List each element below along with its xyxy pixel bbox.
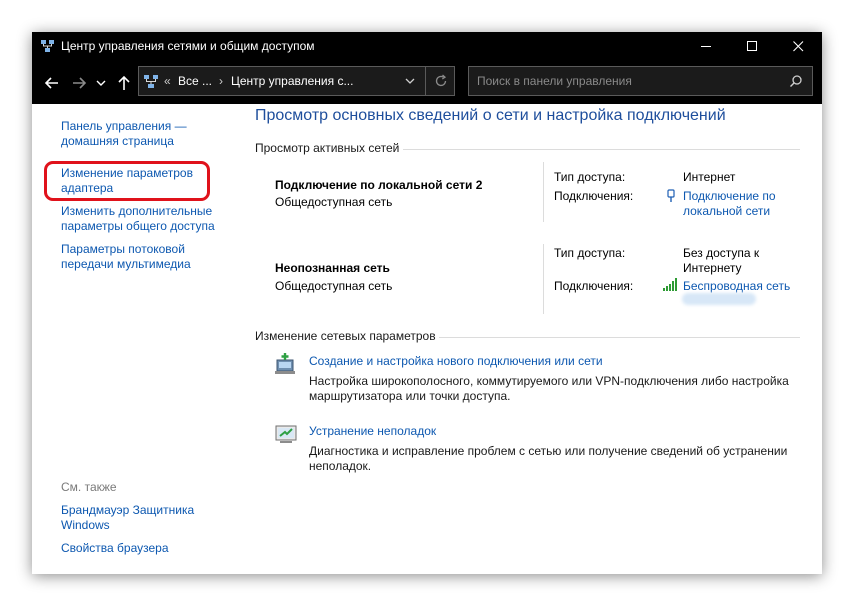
network-center-icon [41, 40, 54, 52]
active-networks-heading: Просмотр активных сетей [255, 141, 400, 155]
sidebar-item-home[interactable]: Панель управления — домашняя страница [61, 119, 187, 149]
task-troubleshoot[interactable]: Устранение неполадок [309, 424, 436, 438]
close-icon [793, 41, 804, 52]
change-settings-heading: Изменение сетевых параметров [255, 329, 436, 343]
forward-button[interactable] [69, 73, 89, 93]
network-name: Неопознанная сеть [275, 261, 390, 275]
sidebar-firewall-line2: Windows [61, 518, 110, 532]
task-new-connection[interactable]: Создание и настройка нового подключения … [309, 354, 603, 368]
breadcrumb-overflow[interactable]: « [164, 74, 171, 88]
task-description-line2: маршрутизатора или точки доступа. [309, 389, 511, 403]
minimize-icon [701, 46, 711, 47]
address-dropdown-icon[interactable] [404, 75, 416, 87]
ethernet-icon [667, 189, 675, 202]
page-title: Просмотр основных сведений о сети и наст… [255, 107, 726, 124]
sidebar-firewall-line1: Брандмауэр Защитника [61, 503, 195, 517]
network-category: Общедоступная сеть [275, 195, 393, 209]
access-type-label: Тип доступа: [554, 246, 626, 260]
task-description-line1: Диагностика и исправление проблем с сеть… [309, 444, 788, 458]
search-input[interactable] [469, 67, 779, 95]
forward-arrow-icon [73, 77, 87, 89]
access-type-line2: Интернету [683, 261, 742, 275]
maximize-button[interactable] [730, 32, 776, 61]
refresh-button[interactable] [425, 67, 456, 95]
divider [543, 162, 544, 222]
window-title: Центр управления сетями и общим доступом [61, 39, 315, 53]
sidebar-item-browser-properties[interactable]: Свойства браузера [61, 541, 169, 556]
troubleshoot-icon [275, 425, 297, 443]
up-arrow-icon [118, 75, 130, 90]
divider [439, 337, 800, 338]
back-button[interactable] [42, 73, 62, 93]
address-field[interactable]: « Все ... › Центр управления с... [138, 66, 455, 96]
sidebar-sharing-line1: Изменить дополнительные [61, 204, 213, 218]
sidebar-item-sharing-settings[interactable]: Изменить дополнительные параметры общего… [61, 204, 215, 234]
breadcrumb-current[interactable]: Центр управления с... [231, 74, 353, 88]
task-description: Настройка широкополосного, коммутируемог… [309, 374, 809, 404]
minimize-button[interactable] [684, 32, 730, 61]
breadcrumb-all-items[interactable]: Все ... [178, 74, 212, 88]
connections-label: Подключения: [554, 189, 634, 203]
connection-link-ethernet[interactable]: Подключение по локальной сети [683, 189, 776, 219]
task-description-line1: Настройка широкополосного, коммутируемог… [309, 374, 789, 388]
see-also-heading: См. также [61, 480, 117, 494]
task-description-line2: неполадок. [309, 459, 372, 473]
sidebar-home-line2: домашняя страница [61, 134, 174, 148]
connections-label: Подключения: [554, 279, 634, 293]
network-center-window: Центр управления сетями и общим доступом [32, 32, 822, 574]
address-bar-row: « Все ... › Центр управления с... [32, 61, 822, 104]
sidebar-sharing-line2: параметры общего доступа [61, 219, 215, 233]
title-bar: Центр управления сетями и общим доступом [32, 32, 822, 61]
access-type-value: Без доступа к Интернету [683, 246, 759, 276]
up-button[interactable] [114, 73, 134, 93]
search-box[interactable] [468, 66, 813, 96]
sidebar-home-line1: Панель управления — [61, 119, 187, 133]
back-arrow-icon [44, 77, 58, 89]
task-description: Диагностика и исправление проблем с сеть… [309, 444, 809, 474]
recent-locations-button[interactable] [95, 73, 107, 93]
divider [543, 244, 544, 314]
search-icon[interactable] [789, 74, 803, 88]
network-center-icon [144, 75, 158, 88]
wifi-signal-icon [663, 278, 677, 291]
sidebar-item-media-streaming[interactable]: Параметры потоковой передачи мультимедиа [61, 242, 191, 272]
network-category: Общедоступная сеть [275, 279, 393, 293]
sidebar-item-firewall[interactable]: Брандмауэр Защитника Windows [61, 503, 194, 533]
access-type-line1: Без доступа к [683, 246, 760, 260]
access-type-value: Интернет [683, 170, 735, 185]
access-type-label: Тип доступа: [554, 170, 626, 184]
close-button[interactable] [776, 32, 822, 61]
breadcrumb-separator[interactable]: › [219, 74, 223, 88]
recent-dropdown-icon [96, 80, 106, 86]
sidebar-media-line1: Параметры потоковой [61, 242, 185, 256]
access-type-line1: Интернет [683, 170, 736, 184]
connection-link-line2: локальной сети [683, 204, 771, 218]
divider [403, 149, 800, 150]
highlight-frame [44, 161, 210, 201]
blurred-network-name [682, 293, 756, 305]
connection-link-line1: Подключение по [683, 189, 776, 203]
sidebar-media-line2: передачи мультимедиа [61, 257, 191, 271]
network-name: Подключение по локальной сети 2 [275, 178, 483, 192]
refresh-icon [435, 74, 447, 87]
maximize-icon [747, 41, 757, 51]
connection-link-wireless[interactable]: Беспроводная сеть [683, 279, 790, 294]
new-connection-icon [275, 353, 295, 374]
